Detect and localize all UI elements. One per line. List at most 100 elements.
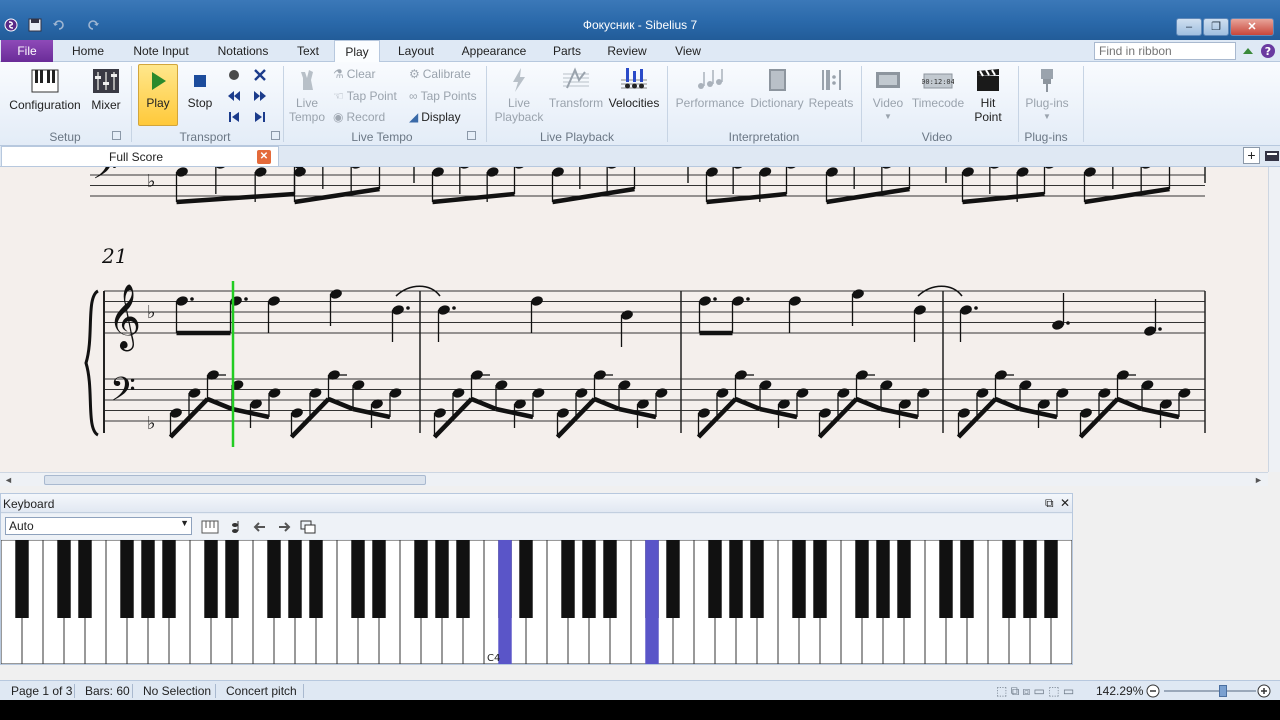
tab-appearance[interactable]: Appearance — [456, 40, 532, 62]
group-separator — [131, 66, 132, 142]
record-icon[interactable] — [226, 67, 242, 83]
velocities-button[interactable]: Velocities — [608, 66, 660, 110]
keyboard-mode-select[interactable]: Auto ▼ — [5, 517, 192, 535]
score-view[interactable]: 21 𝄞 𝄢 𝄢 ♭ ♭ ♭ — [0, 167, 1268, 472]
black-key — [750, 540, 764, 618]
black-key — [1002, 540, 1016, 618]
play-button[interactable]: Play — [138, 68, 178, 110]
live-tempo-dialog-launcher[interactable] — [467, 131, 476, 140]
black-key — [141, 540, 155, 618]
black-key — [456, 540, 470, 618]
arrow-right-icon[interactable] — [275, 519, 293, 535]
zoom-out-icon[interactable] — [1146, 684, 1160, 698]
find-in-ribbon-input[interactable] — [1094, 42, 1236, 60]
tab-review[interactable]: Review — [604, 40, 650, 62]
hit-point-button[interactable]: Hit Point — [966, 66, 1010, 124]
tab-file[interactable]: File — [1, 40, 53, 62]
move-to-start-icon[interactable] — [226, 109, 242, 125]
group-separator — [667, 66, 668, 142]
grand-staff-brace — [84, 289, 99, 437]
setup-dialog-launcher[interactable] — [112, 131, 121, 140]
tab-play[interactable]: Play — [334, 40, 380, 63]
live-playback-button[interactable]: Live Playback — [494, 66, 544, 124]
calibrate-icon: ⚙ — [409, 67, 420, 81]
record-tempo-button[interactable]: ◉ Record — [333, 110, 385, 124]
close-tab-icon[interactable]: ✕ — [257, 150, 271, 164]
black-key — [372, 540, 386, 618]
close-keyboard-icon[interactable]: ✕ — [1060, 496, 1070, 510]
overlay-icon[interactable] — [299, 519, 317, 535]
dictionary-button[interactable]: Dictionary — [748, 66, 806, 110]
clapperboard-icon — [977, 69, 999, 91]
clear-button[interactable]: ⚗ Clear — [333, 67, 375, 81]
chord-icon[interactable] — [227, 519, 245, 535]
view-mode-icons[interactable]: ⬚ ⧉ ⧈ ▭ ⬚ ▭ — [996, 684, 1074, 699]
plugins-button[interactable]: Plug-ins ▼ — [1022, 66, 1072, 124]
tab-note-input[interactable]: Note Input — [126, 40, 196, 62]
configuration-button[interactable]: Configuration — [8, 66, 82, 112]
piano-keyboard[interactable]: C4 — [1, 540, 1072, 664]
performance-button[interactable]: Performance — [674, 66, 746, 110]
arrow-left-icon[interactable] — [251, 519, 269, 535]
tab-text[interactable]: Text — [290, 40, 326, 62]
tab-view[interactable]: View — [668, 40, 708, 62]
live-tempo-button[interactable]: Live Tempo — [288, 66, 326, 124]
new-tab-button[interactable]: + — [1243, 147, 1260, 164]
transform-button[interactable]: Transform — [548, 66, 604, 110]
fast-forward-icon[interactable] — [252, 88, 268, 104]
horizontal-scroll-thumb[interactable] — [44, 475, 426, 485]
zoom-in-icon[interactable] — [1257, 684, 1271, 698]
zoom-slider-track[interactable] — [1164, 690, 1256, 692]
repeats-button[interactable]: Repeats — [808, 66, 854, 110]
maximize-button[interactable]: ❐ — [1203, 18, 1229, 36]
transport-dialog-launcher[interactable] — [271, 131, 280, 140]
tab-home[interactable]: Home — [62, 40, 114, 62]
mixer-button[interactable]: Mixer — [88, 66, 124, 112]
full-score-tab[interactable]: Full Score ✕ — [1, 146, 279, 167]
close-button[interactable]: ✕ — [1230, 18, 1274, 36]
dot — [1158, 327, 1162, 331]
rewind-icon[interactable] — [226, 88, 242, 104]
tap-point-button[interactable]: ☜ Tap Point — [333, 89, 397, 103]
calibrate-button[interactable]: ⚙ Calibrate — [409, 67, 471, 81]
group-label-live-tempo: Live Tempo — [351, 130, 413, 144]
clear-icon: ⚗ — [333, 67, 344, 81]
tab-layout[interactable]: Layout — [392, 40, 440, 62]
group-label-video: Video — [921, 130, 953, 144]
horizontal-scrollbar[interactable]: ◄ ► — [0, 472, 1268, 486]
minimize-button[interactable]: – — [1176, 18, 1202, 36]
scroll-right-icon[interactable]: ► — [1254, 473, 1263, 487]
panels-icon[interactable] — [1264, 148, 1280, 164]
dock-icon[interactable]: ⧉ — [1045, 496, 1054, 511]
move-to-end-icon[interactable] — [252, 109, 268, 125]
video-button[interactable]: Video ▼ — [866, 66, 910, 124]
minimize-ribbon-icon[interactable] — [1240, 43, 1256, 59]
black-key — [204, 540, 218, 618]
replay-icon[interactable] — [252, 67, 268, 83]
black-key — [960, 540, 974, 618]
tab-parts[interactable]: Parts — [548, 40, 586, 62]
keyboard-title-bar: Keyboard ⧉ ✕ — [1, 494, 1072, 513]
group-label-transport: Transport — [179, 130, 231, 144]
black-key — [792, 540, 806, 618]
key-signature-flat: ♭ — [147, 413, 156, 434]
stop-icon — [194, 75, 206, 87]
transform-icon — [563, 67, 589, 89]
zoom-slider-thumb[interactable] — [1219, 685, 1227, 697]
tap-points-button[interactable]: ∞ Tap Points — [409, 89, 477, 103]
scroll-left-icon[interactable]: ◄ — [4, 473, 13, 487]
vertical-scrollbar[interactable] — [1268, 167, 1280, 472]
black-key — [78, 540, 92, 618]
keyboard-panel: Keyboard ⧉ ✕ Auto ▼ C4 — [0, 493, 1073, 665]
help-icon[interactable]: ? — [1260, 43, 1276, 59]
dot — [452, 306, 456, 310]
timecode-button[interactable]: 00:12:04 Timecode — [910, 66, 966, 110]
tab-notations[interactable]: Notations — [208, 40, 278, 62]
display-icon: ◢ — [409, 110, 419, 124]
beam — [962, 191, 1045, 205]
display-button[interactable]: ◢ Display — [409, 110, 461, 124]
black-key — [855, 540, 869, 618]
stop-button[interactable]: Stop — [184, 68, 216, 110]
keyboard-layout-icon[interactable] — [201, 519, 219, 535]
staff-lines — [90, 174, 1205, 422]
